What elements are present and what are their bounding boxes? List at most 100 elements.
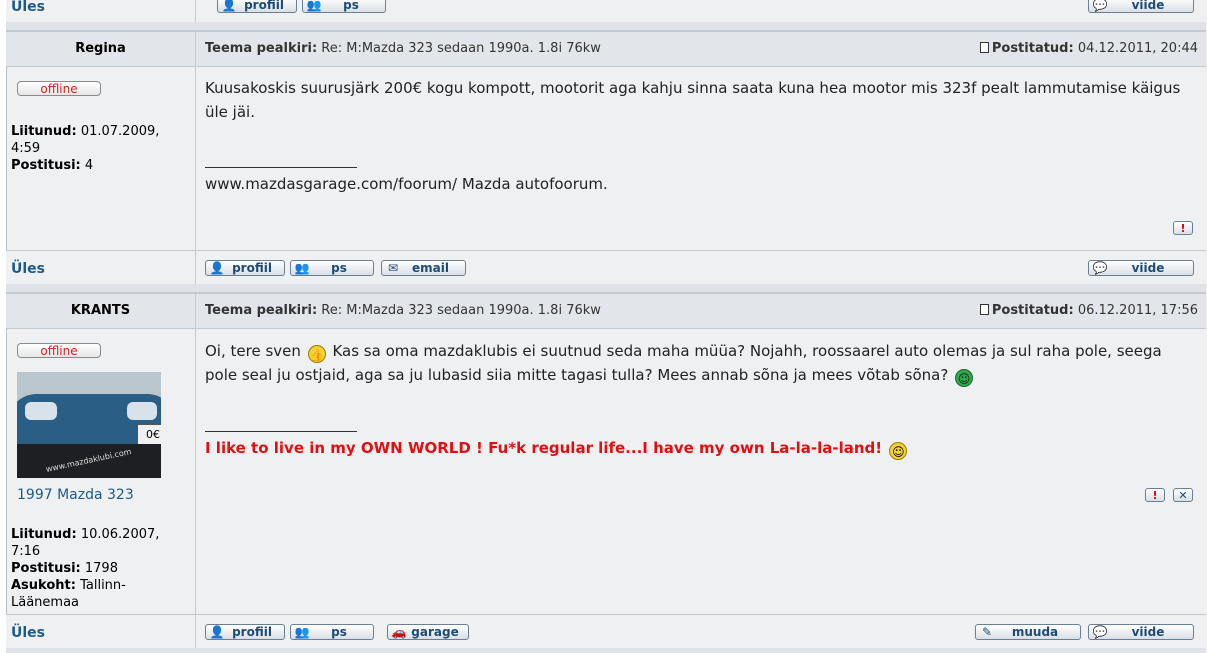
pm-label: ps	[331, 261, 347, 275]
post-date: Postitatud: 06.12.2011, 17:56	[979, 303, 1198, 318]
message-text: Kas sa oma mazdaklubis ei suutnud seda m…	[205, 342, 1162, 384]
post-separator	[6, 22, 1206, 30]
up-link[interactable]: Üles	[11, 625, 45, 641]
subject-label: Teema pealkiri:	[205, 303, 318, 318]
user-icon: 👤	[209, 261, 225, 275]
email-label: email	[412, 261, 449, 275]
column-divider	[195, 615, 196, 649]
users-icon: 👥	[294, 261, 310, 275]
close-icon: ✕	[1178, 489, 1188, 502]
users-icon: 👥	[294, 625, 310, 639]
laugh-smiley-icon: ☺	[889, 442, 908, 460]
exclamation-icon: !	[1152, 489, 1158, 502]
up-link[interactable]: Üles	[11, 0, 45, 15]
profile-label: profiil	[232, 625, 272, 639]
post-subject: Teema pealkiri: Re: M:Mazda 323 sedaan 1…	[205, 41, 601, 56]
post-header: Regina Teema pealkiri: Re: M:Mazda 323 s…	[6, 30, 1206, 67]
quote-button[interactable]: 💬 viide	[1088, 260, 1194, 276]
user-car[interactable]: 1997 Mazda 323	[17, 487, 134, 503]
quote-button[interactable]: 💬 viide	[1088, 624, 1194, 640]
column-divider	[195, 0, 196, 22]
post-body: offline 1997 Mazda 323 Liitunud: 10.06.2…	[6, 327, 1206, 614]
posts-value: 4	[84, 158, 94, 173]
post-icon[interactable]	[979, 42, 989, 53]
post-icon[interactable]	[979, 304, 989, 315]
pm-label: ps	[331, 625, 347, 639]
pm-button[interactable]: 👥 ps	[290, 624, 374, 640]
avatar-plate: 0€	[137, 424, 161, 446]
user-icon: 👤	[221, 0, 237, 12]
signature: I like to live in my OWN WORLD ! Fu*k re…	[205, 439, 909, 460]
report-button[interactable]: !	[1173, 221, 1193, 235]
post-separator	[6, 284, 1206, 292]
pm-label: ps	[343, 0, 359, 12]
signature: www.mazdasgarage.com/foorum/ Mazda autof…	[205, 175, 608, 193]
quote-label: viide	[1131, 261, 1165, 275]
post-date: Postitatud: 04.12.2011, 20:44	[979, 41, 1198, 56]
users-icon: 👥	[306, 0, 322, 12]
signature-divider	[205, 431, 357, 432]
thumbs-up-smiley-icon: 👍	[307, 345, 326, 363]
garage-label: garage	[411, 625, 459, 639]
column-divider	[195, 251, 196, 285]
offline-status: offline	[17, 343, 101, 358]
speech-bubble-icon: 💬	[1092, 261, 1108, 275]
profile-button[interactable]: 👤 profiil	[205, 624, 285, 640]
grin-smiley-icon: ☺	[955, 369, 974, 387]
user-icon: 👤	[209, 625, 225, 639]
posted-value: 06.12.2011, 17:56	[1077, 303, 1198, 318]
post-body: offline Liitunud: 01.07.2009, 4:59 Posti…	[6, 65, 1206, 250]
email-button[interactable]: ✉ email	[381, 260, 466, 276]
posts-label: Postitusi:	[11, 158, 81, 173]
up-link[interactable]: Üles	[11, 261, 45, 277]
profile-label: profiil	[232, 261, 272, 275]
post-message: Kuusakoskis suurusjärk 200€ kogu kompott…	[205, 79, 1181, 121]
pencil-icon: ✎	[981, 625, 993, 639]
author-info: Liitunud: 10.06.2007, 7:16 Postitusi: 17…	[11, 526, 189, 611]
location-label: Asukoht:	[11, 578, 76, 593]
profile-label: profiil	[244, 0, 284, 12]
author-name[interactable]: KRANTS	[6, 303, 195, 318]
profile-button[interactable]: 👤 profiil	[217, 0, 297, 13]
speech-bubble-icon: 💬	[1092, 625, 1108, 639]
author-name[interactable]: Regina	[6, 41, 195, 56]
quote-label: viide	[1131, 625, 1165, 639]
avatar-headlight	[25, 402, 57, 420]
profile-button[interactable]: 👤 profiil	[205, 260, 285, 276]
posts-label: Postitusi:	[11, 561, 81, 576]
garage-button[interactable]: 🚗 garage	[387, 624, 469, 640]
quote-label: viide	[1131, 0, 1165, 12]
post-message: Oi, tere sven 👍 Kas sa oma mazdaklubis e…	[205, 339, 1195, 387]
delete-button[interactable]: ✕	[1173, 488, 1193, 502]
column-divider	[195, 32, 196, 66]
pm-button[interactable]: 👥 ps	[302, 0, 386, 13]
report-button[interactable]: !	[1145, 488, 1165, 502]
column-divider	[195, 327, 196, 614]
post-subject: Teema pealkiri: Re: M:Mazda 323 sedaan 1…	[205, 303, 601, 318]
user-avatar-image: 0€ www.mazdaklubi.com	[17, 372, 161, 478]
offline-status: offline	[17, 81, 101, 96]
column-divider	[195, 294, 196, 328]
posted-label: Postitatud:	[991, 41, 1074, 56]
subject-label: Teema pealkiri:	[205, 41, 318, 56]
column-divider	[195, 65, 196, 250]
signature-divider	[205, 167, 357, 168]
joined-label: Liitunud:	[11, 124, 77, 139]
joined-label: Liitunud:	[11, 527, 77, 542]
speech-bubble-icon: 💬	[1092, 0, 1108, 12]
posted-value: 04.12.2011, 20:44	[1077, 41, 1198, 56]
subject-text: Re: M:Mazda 323 sedaan 1990a. 1.8i 76kw	[321, 303, 601, 318]
post-separator	[6, 648, 1206, 653]
pm-button[interactable]: 👥 ps	[290, 260, 374, 276]
prev-post-footer: Üles 👤 profiil 👥 ps 💬 viide	[6, 0, 1206, 22]
quote-button[interactable]: 💬 viide	[1088, 0, 1194, 13]
posts-value: 1798	[84, 561, 118, 576]
exclamation-icon: !	[1180, 222, 1186, 235]
avatar-headlight	[127, 402, 157, 420]
envelope-icon: ✉	[387, 261, 399, 275]
edit-button[interactable]: ✎ muuda	[975, 624, 1081, 640]
forum-thread: Üles 👤 profiil 👥 ps 💬 viide Regina Teema pe…	[6, 0, 1207, 653]
edit-label: muuda	[1011, 625, 1059, 639]
post-footer: Üles 👤 profiil 👥 ps ✉ email 💬 viide	[6, 250, 1206, 285]
message-text: Oi, tere sven	[205, 342, 301, 360]
